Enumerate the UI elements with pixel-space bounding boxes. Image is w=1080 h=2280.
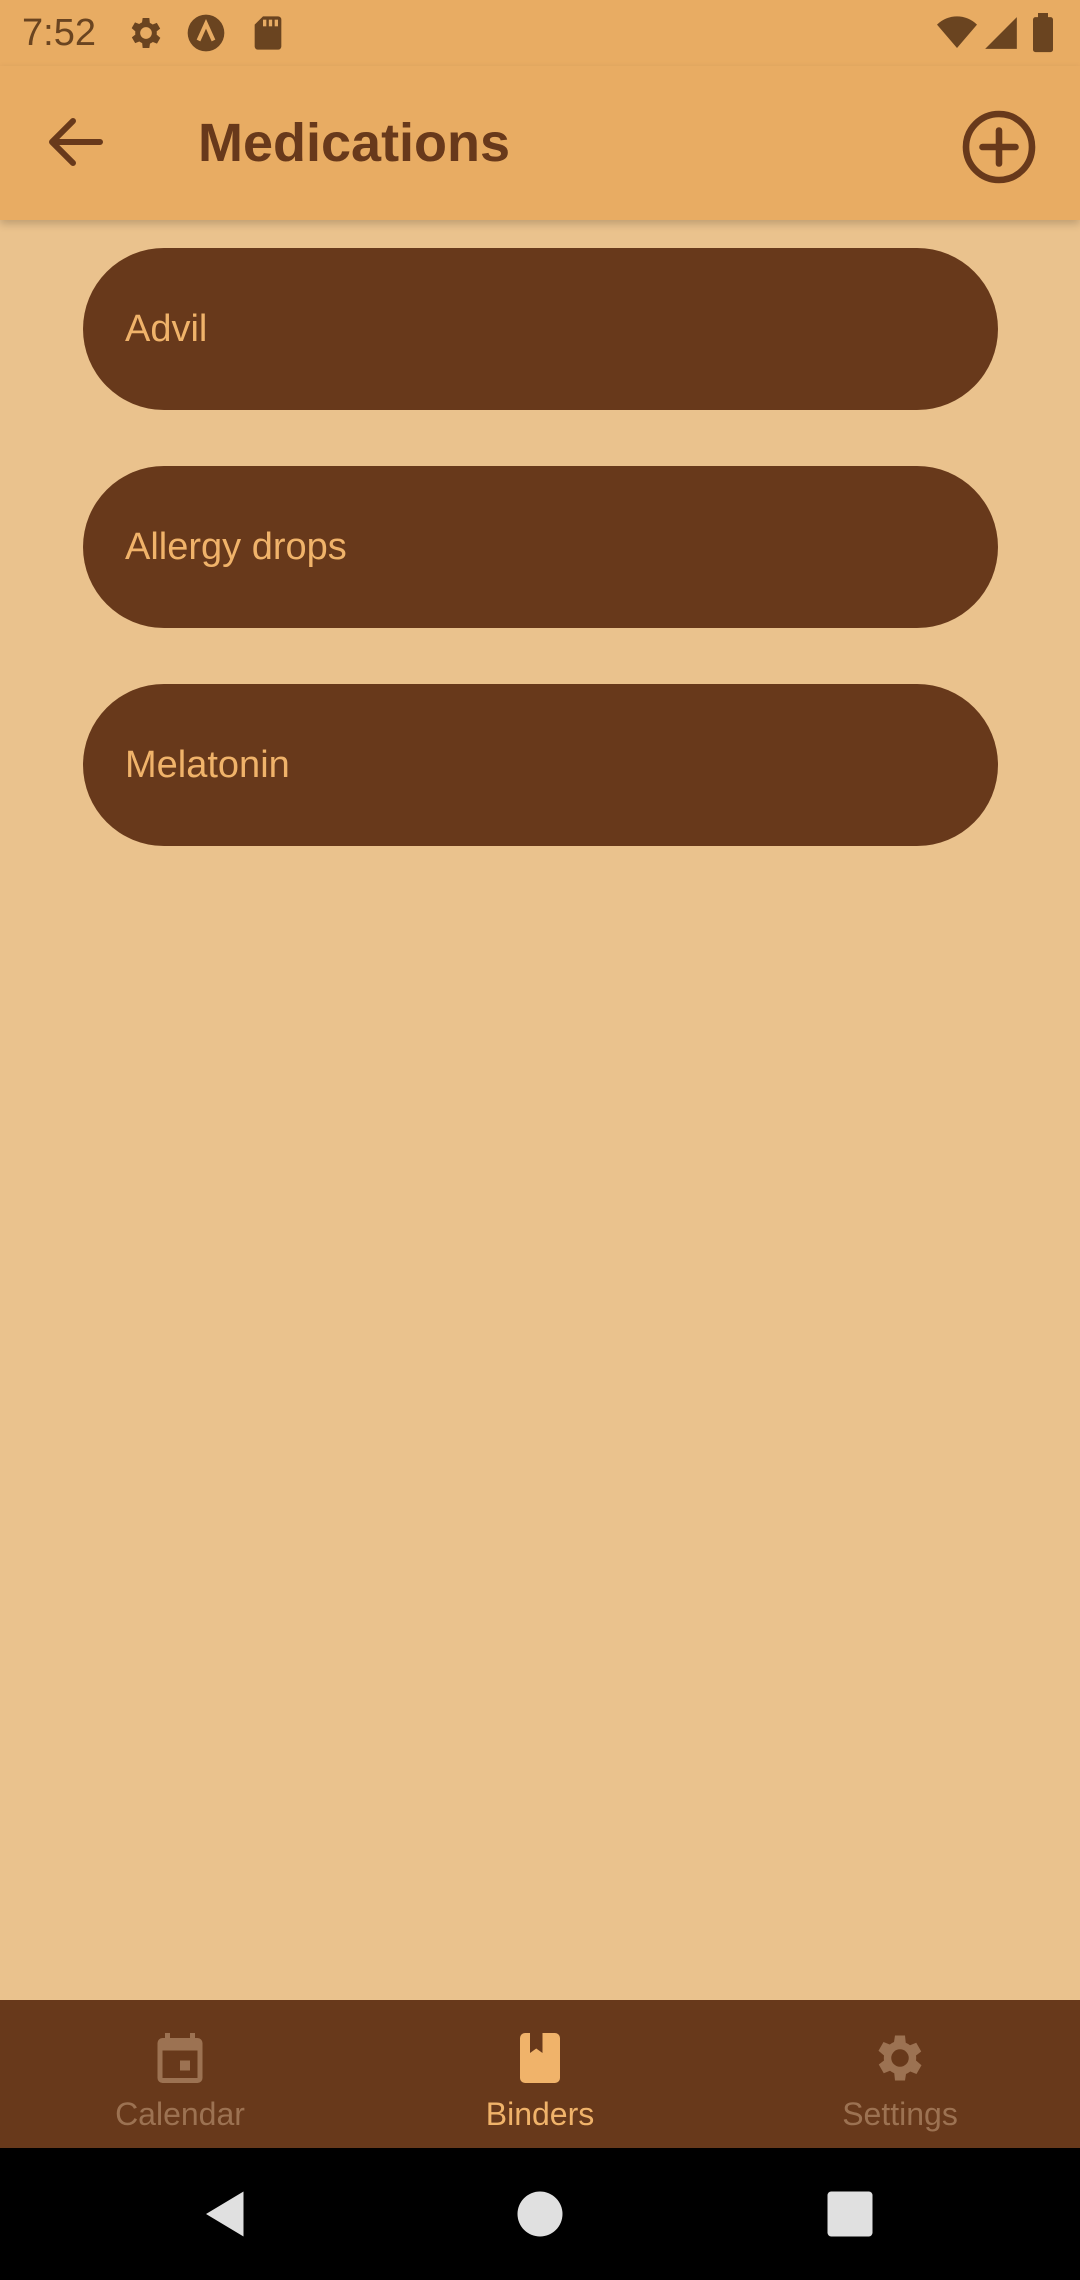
back-triangle-icon[interactable] [196,2184,256,2244]
nav-item-settings[interactable]: Settings [720,2000,1080,2148]
nav-label-calendar: Calendar [115,2096,245,2132]
a-circle-icon [186,13,226,58]
bottom-nav: Calendar Binders Settings [0,2000,1080,2148]
status-bar: 7:52 [0,0,1080,66]
calendar-icon [157,2033,203,2083]
nav-label-settings: Settings [842,2096,958,2132]
medication-item-advil[interactable]: Advil [83,248,998,410]
add-medication-button[interactable] [960,108,1038,186]
home-circle-icon[interactable] [510,2184,570,2244]
battery-icon [1030,13,1056,58]
sd-card-icon [248,13,288,58]
page-title: Medications [198,113,511,173]
add-circle-icon [962,110,1036,184]
nav-label-binders: Binders [485,2096,595,2132]
medication-list: Advil Allergy drops Melatonin [83,248,998,902]
status-time: 7:52 [22,12,96,54]
medication-label: Advil [125,308,208,350]
gear-icon [126,13,166,58]
medication-item-melatonin[interactable]: Melatonin [83,684,998,846]
wifi-icon [936,13,978,58]
medication-label: Melatonin [125,744,290,786]
app-bar: Medications [0,66,1080,220]
medication-item-allergy-drops[interactable]: Allergy drops [83,466,998,628]
medication-label: Allergy drops [125,526,347,568]
back-button[interactable] [40,106,112,178]
gear-icon [878,2035,922,2081]
nav-item-binders[interactable]: Binders [360,2000,720,2148]
recents-square-icon[interactable] [820,2184,880,2244]
signal-icon [982,13,1020,58]
system-nav-bar [0,2148,1080,2280]
bookmark-book-icon [520,2033,560,2083]
arrow-back-icon [49,118,103,166]
nav-item-calendar[interactable]: Calendar [0,2000,360,2148]
